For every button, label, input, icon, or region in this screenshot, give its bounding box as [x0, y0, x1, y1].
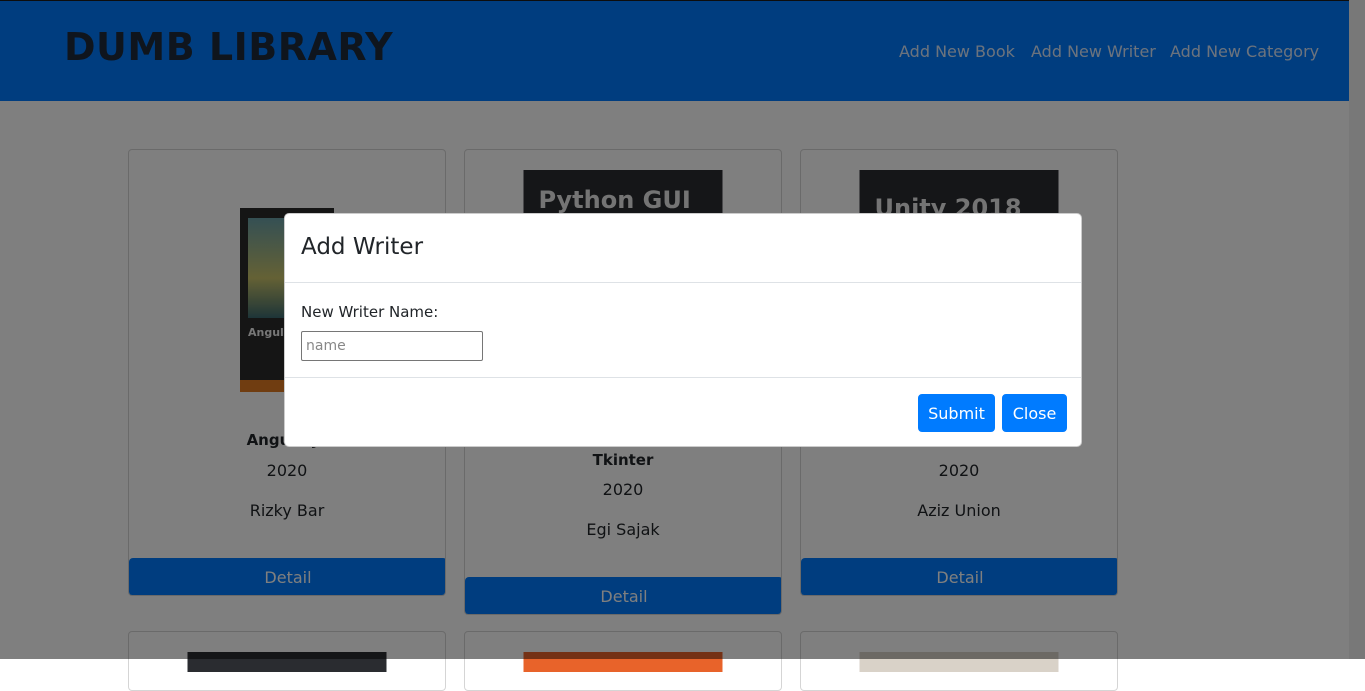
- writer-name-label: New Writer Name:: [301, 303, 439, 321]
- modal-title: Add Writer: [301, 234, 424, 260]
- add-writer-modal: Add Writer New Writer Name: Submit Close: [284, 213, 1082, 447]
- modal-header: Add Writer: [285, 214, 1081, 283]
- modal-footer: Submit Close: [285, 377, 1081, 447]
- submit-button[interactable]: Submit: [918, 394, 995, 432]
- writer-name-input[interactable]: [301, 331, 483, 361]
- close-button[interactable]: Close: [1002, 394, 1067, 432]
